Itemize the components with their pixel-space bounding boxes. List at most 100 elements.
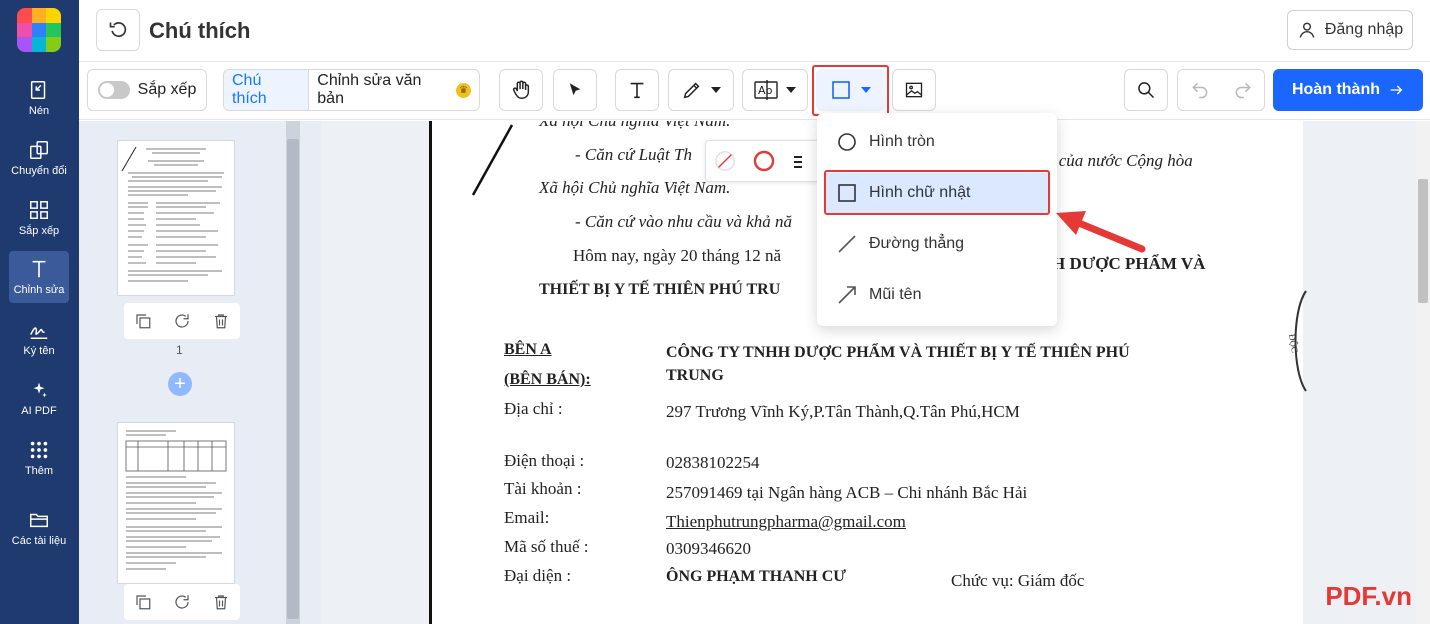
shape-tool-highlight xyxy=(812,65,889,116)
sidebar-item-label: Thêm xyxy=(24,465,54,477)
select-tool-button[interactable] xyxy=(553,69,597,111)
annotation-toolbar: Sắp xếp Chú thích Chỉnh sửa văn bản ♛ Ab xyxy=(79,62,1430,120)
menu-item-label: Hình tròn xyxy=(869,133,935,150)
address-label: Địa chỉ : xyxy=(504,399,563,418)
arrow-icon xyxy=(838,286,856,304)
sidebar-item-arrange[interactable]: Sắp xếp xyxy=(9,192,69,244)
circle-color-icon[interactable] xyxy=(752,149,776,173)
scrollbar-thumb[interactable] xyxy=(1418,179,1428,303)
text-replace-tool-button[interactable]: Ab xyxy=(742,69,808,111)
menu-item-label: Đường thẳng xyxy=(869,235,965,252)
svg-text:ĐỘC: ĐỘC xyxy=(1287,333,1300,353)
hand-icon xyxy=(512,80,530,99)
sidebar-item-documents[interactable]: Các tài liệu xyxy=(9,502,69,554)
party-a-label: BÊN A xyxy=(504,341,552,358)
login-button[interactable]: Đăng nhập xyxy=(1287,10,1413,50)
text-icon xyxy=(630,82,644,99)
top-header: Chú thích Đăng nhập xyxy=(79,0,1430,62)
sidebar-item-ai-pdf[interactable]: AI PDF xyxy=(9,372,69,424)
app-logo[interactable] xyxy=(17,8,61,52)
tab-edit-text[interactable]: Chỉnh sửa văn bản ♛ xyxy=(309,70,479,110)
sidebar-item-label: Sắp xếp xyxy=(18,225,60,237)
sidebar-item-sign[interactable]: Ký tên xyxy=(9,312,69,364)
doc-line: Xã hội Chủ nghĩa Việt Nam. xyxy=(539,121,730,131)
account-value: 257091469 tại Ngân hàng ACB – Chi nhánh … xyxy=(666,483,1028,502)
no-fill-icon[interactable] xyxy=(714,150,736,172)
address-value: 297 Trương Vĩnh Ký,P.Tân Thành,Q.Tân Phú… xyxy=(666,402,1020,421)
tab-annotate[interactable]: Chú thích xyxy=(224,70,310,110)
search-icon xyxy=(1138,82,1155,99)
phone-label: Điện thoại : xyxy=(504,451,585,470)
trash-icon[interactable] xyxy=(212,593,230,611)
stamp-fragment: ĐỘC xyxy=(1287,290,1307,392)
done-label: Hoàn thành xyxy=(1292,81,1380,98)
page-number: 1 xyxy=(176,343,183,357)
selected-item-highlight xyxy=(824,170,1050,215)
folder-icon xyxy=(30,513,48,528)
doc-line: H DƯỢC PHẨM VÀ xyxy=(1052,254,1206,273)
trash-icon[interactable] xyxy=(212,312,230,330)
menu-item-label: Mũi tên xyxy=(869,286,922,303)
sidebar-item-label: Ký tên xyxy=(23,345,55,357)
doc-line: Hôm nay, ngày 20 tháng 12 nă xyxy=(573,246,782,265)
thumbnail-actions xyxy=(124,303,240,339)
crown-premium-icon: ♛ xyxy=(456,82,471,98)
tax-value: 0309346620 xyxy=(666,539,751,558)
text-tool-button[interactable] xyxy=(615,69,659,111)
rotate-icon[interactable] xyxy=(173,593,191,611)
page-title: Chú thích xyxy=(149,18,251,43)
page-thumbnail-2[interactable] xyxy=(117,422,235,584)
circle-icon xyxy=(838,133,856,151)
line-weight-icon[interactable] xyxy=(792,152,802,170)
done-button[interactable]: Hoàn thành xyxy=(1273,69,1423,111)
apps-icon xyxy=(30,441,48,459)
signature-icon xyxy=(30,327,48,339)
sidebar-item-label: Các tài liệu xyxy=(11,535,67,547)
toggle-switch[interactable] xyxy=(97,81,130,99)
company-name: CÔNG TY TNHH DƯỢC PHẨM VÀ THIẾT BỊ Y TẾ … xyxy=(666,344,1130,361)
arrow-right-icon xyxy=(1390,85,1403,95)
thumbnail-actions xyxy=(124,584,240,620)
sidebar-item-convert[interactable]: Chuyển đổi xyxy=(9,132,69,184)
grid-icon xyxy=(30,201,48,219)
menu-item-line[interactable]: Đường thẳng xyxy=(825,224,1049,264)
duplicate-icon[interactable] xyxy=(134,593,152,611)
document-scrollbar[interactable] xyxy=(1416,121,1430,624)
arrange-toggle[interactable]: Sắp xếp xyxy=(87,69,207,111)
party-a-sub: (BÊN BÁN): xyxy=(504,371,591,388)
login-label: Đăng nhập xyxy=(1324,21,1404,38)
menu-item-circle[interactable]: Hình tròn xyxy=(825,122,1049,162)
sidebar-item-compress[interactable]: Nén xyxy=(9,72,69,124)
sidebar-item-more[interactable]: Thêm xyxy=(9,432,69,484)
thumbnail-preview xyxy=(121,146,224,282)
image-tool-button[interactable] xyxy=(892,69,936,111)
thumbnail-scrollbar[interactable] xyxy=(286,121,300,624)
sidebar-item-edit[interactable]: Chỉnh sửa xyxy=(9,251,69,303)
thumbnail-preview xyxy=(125,430,227,570)
page-thumbnail-1[interactable] xyxy=(117,140,235,296)
caret-down-icon xyxy=(711,87,721,93)
history-controls xyxy=(1177,69,1265,111)
tab-edit-text-label: Chỉnh sửa văn bản xyxy=(317,72,422,107)
add-page-button[interactable]: + xyxy=(168,372,192,396)
tax-label: Mã số thuế : xyxy=(504,537,589,556)
line-icon xyxy=(838,235,856,253)
redo-icon[interactable] xyxy=(1233,80,1253,100)
cursor-icon xyxy=(569,83,581,96)
search-button[interactable] xyxy=(1124,69,1168,111)
shape-style-toolbar xyxy=(705,140,820,182)
doc-line: Xã hội Chủ nghĩa Việt Nam. xyxy=(539,178,731,197)
pen-tool-button[interactable] xyxy=(668,69,734,111)
left-sidebar: Nén Chuyển đổi Sắp xếp Chỉnh sửa Ký tên … xyxy=(0,0,79,624)
rotate-icon[interactable] xyxy=(173,312,191,330)
doc-line: THIẾT BỊ Y TẾ THIÊN PHÚ TRU xyxy=(539,281,781,298)
sidebar-item-label: Chỉnh sửa xyxy=(13,284,65,296)
duplicate-icon[interactable] xyxy=(134,312,152,330)
menu-item-arrow[interactable]: Mũi tên xyxy=(825,275,1049,315)
hand-tool-button[interactable] xyxy=(499,69,543,111)
undo-icon[interactable] xyxy=(1190,80,1210,100)
scrollbar-thumb[interactable] xyxy=(287,139,299,619)
back-button[interactable] xyxy=(96,9,140,51)
text-field-icon: Ab xyxy=(754,80,778,100)
plus-icon: + xyxy=(174,373,186,395)
